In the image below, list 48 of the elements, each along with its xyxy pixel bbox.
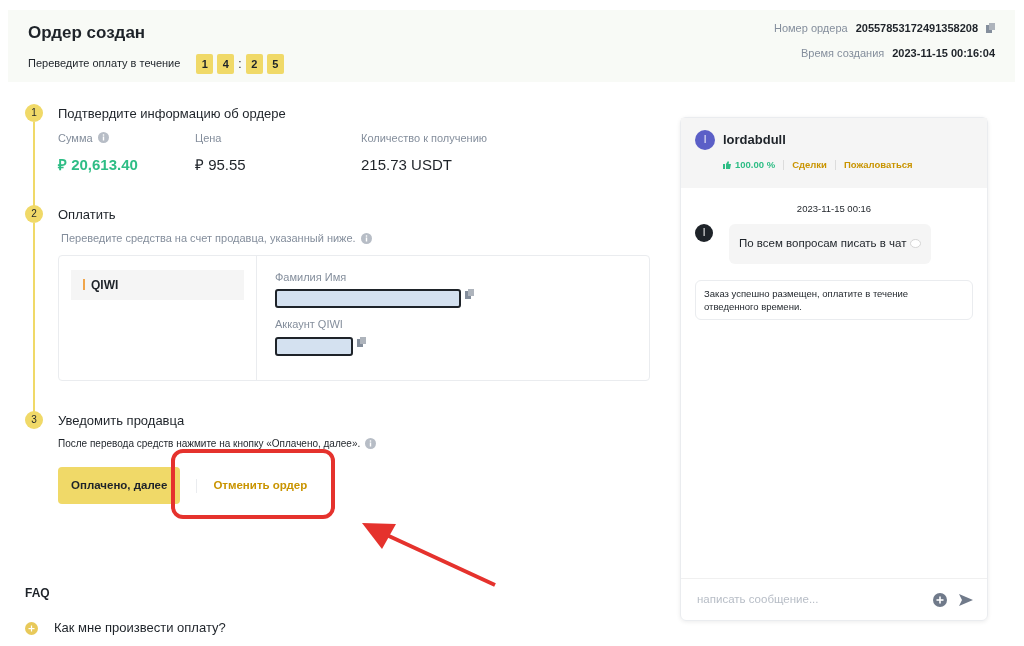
copy-icon[interactable] [465, 289, 474, 299]
field-label: Сумма [58, 130, 93, 146]
field-value: ₽ 95.55 [195, 155, 247, 175]
plus-icon[interactable] [933, 592, 947, 607]
step-number: 1 [25, 104, 43, 122]
step-number: 3 [25, 410, 43, 429]
page-title: Ордер создан [28, 22, 147, 44]
step-number: 2 [25, 204, 43, 223]
faq-title: FAQ [25, 585, 51, 603]
detail-label: Фамилия Имя [275, 269, 348, 285]
created-label: Время создания [800, 45, 885, 61]
send-icon[interactable] [959, 593, 973, 606]
order-number-label: Номер ордера [773, 21, 848, 36]
payment-method-tab[interactable]: QIWI [71, 269, 244, 300]
step-title: Уведомить продавца [58, 411, 186, 430]
info-icon [365, 438, 377, 449]
info-icon [97, 132, 109, 144]
timer-digit: 5 [266, 53, 284, 74]
message-text: По всем вопросам писать в чат [739, 236, 907, 252]
note-text: Переведите средства на счет продавца, указанный ниже. [61, 231, 356, 246]
field-value: ₽ 20,613.40 [58, 155, 139, 175]
field-value: 215.73 USDT [361, 155, 453, 175]
username[interactable]: lordabdull [723, 130, 786, 150]
avatar: l [695, 130, 715, 150]
system-message: Заказ успешно размещен, оплатите в течение отведенного времени. [695, 279, 973, 321]
copy-icon[interactable] [986, 23, 995, 34]
thumbs-up-icon [723, 161, 731, 170]
step-title: Оплатить [58, 205, 117, 224]
order-number: 20557853172491358208 [855, 21, 978, 36]
timer-label: Переведите оплату в течение [28, 56, 181, 72]
note-text: После перевода средств нажмите на кнопку «Оплачено, далее». [58, 437, 361, 451]
timer-digit: 1 [196, 53, 214, 74]
speech-bubble-icon [910, 238, 922, 249]
step-title: Подтвердите информацию об ордере [58, 105, 287, 123]
created-time: 2023-11-15 00:16:04 [892, 45, 995, 61]
field-label: Цена [195, 130, 222, 146]
faq-question[interactable]: Как мне произвести оплату? [54, 618, 226, 638]
info-icon [360, 232, 372, 244]
timer-digit: 2 [245, 53, 263, 74]
timer-separator: : [238, 55, 242, 73]
copy-icon[interactable] [357, 336, 366, 347]
field-label: Количество к получению [361, 130, 488, 146]
avatar: l [695, 224, 713, 243]
rating: 100.00 % [723, 158, 776, 173]
paid-button[interactable]: Оплачено, далее [58, 467, 181, 505]
chat-date: 2023-11-15 00:16 [795, 202, 873, 216]
detail-label: Аккаунт QIWI [275, 317, 344, 332]
timer-digit: 4 [217, 53, 235, 74]
